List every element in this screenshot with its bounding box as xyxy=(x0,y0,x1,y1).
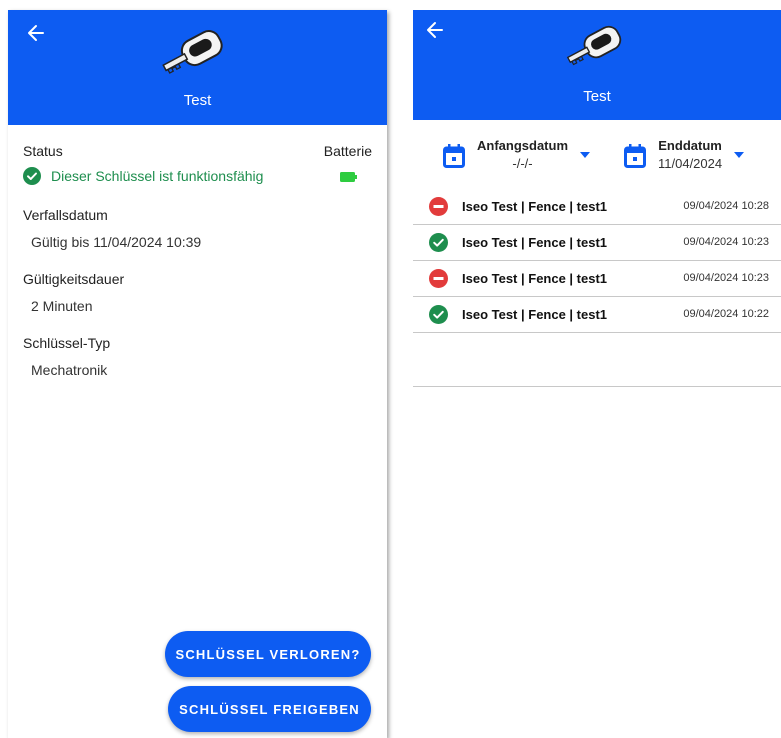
duration-value: 2 Minuten xyxy=(31,298,93,314)
event-name: Iseo Test | Fence | test1 xyxy=(462,270,608,286)
key-lost-button[interactable]: SCHLÜSSEL VERLOREN? xyxy=(165,631,371,677)
duration-label: Gültigkeitsdauer xyxy=(23,271,125,287)
list-item[interactable]: Iseo Test | Fence | test1 09/04/2024 10:2… xyxy=(413,260,781,297)
end-date-filter[interactable]: Enddatum 11/04/2024 xyxy=(624,138,745,171)
key-type-value: Mechatronik xyxy=(31,362,108,378)
battery-label: Batterie xyxy=(323,143,372,159)
key-fob-icon xyxy=(566,25,622,66)
expiry-label: Verfallsdatum xyxy=(23,207,108,223)
end-date-value: 11/04/2024 xyxy=(658,156,723,171)
list-item[interactable]: Iseo Test | Fence | test1 09/04/2024 10:2… xyxy=(413,188,781,225)
chevron-down-icon xyxy=(734,152,745,158)
check-circle-icon xyxy=(429,304,448,324)
start-date-value: -/-/- xyxy=(512,156,533,171)
event-time: 09/04/2024 10:23 xyxy=(683,236,769,248)
list-item[interactable]: Iseo Test | Fence | test1 09/04/2024 10:2… xyxy=(413,296,781,333)
event-time: 09/04/2024 10:28 xyxy=(683,200,769,212)
battery-icon xyxy=(340,172,357,182)
back-arrow-icon[interactable] xyxy=(26,23,46,43)
release-key-button[interactable]: SCHLÜSSEL FREIGEBEN xyxy=(168,686,371,732)
event-time: 09/04/2024 10:23 xyxy=(683,272,769,284)
denied-icon xyxy=(429,268,448,288)
page-title: Test xyxy=(583,88,611,105)
app-header: Test xyxy=(413,10,781,120)
status-message: Dieser Schlüssel ist funktionsfähig xyxy=(23,167,263,185)
start-date-filter[interactable]: Anfangsdatum -/-/- xyxy=(443,138,590,171)
calendar-icon xyxy=(443,144,465,168)
check-circle-icon xyxy=(23,167,41,185)
event-name: Iseo Test | Fence | test1 xyxy=(462,234,608,250)
status-text: Dieser Schlüssel ist funktionsfähig xyxy=(51,168,264,184)
list-divider xyxy=(413,386,781,387)
denied-icon xyxy=(429,196,448,216)
event-name: Iseo Test | Fence | test1 xyxy=(462,306,608,322)
event-name: Iseo Test | Fence | test1 xyxy=(462,198,608,214)
key-details-screen: Test Status Batterie Dieser Schlüssel is… xyxy=(8,10,387,738)
calendar-icon xyxy=(624,144,646,168)
status-label: Status xyxy=(23,143,63,159)
event-time: 09/04/2024 10:22 xyxy=(683,308,769,320)
back-arrow-icon[interactable] xyxy=(425,20,445,40)
app-header: Test xyxy=(8,10,387,125)
list-item[interactable]: Iseo Test | Fence | test1 09/04/2024 10:2… xyxy=(413,224,781,261)
key-type-label: Schlüssel-Typ xyxy=(23,335,111,351)
check-circle-icon xyxy=(429,232,448,252)
chevron-down-icon xyxy=(580,152,590,158)
start-date-label: Anfangsdatum xyxy=(477,138,568,153)
end-date-label: Enddatum xyxy=(658,138,722,153)
key-fob-icon xyxy=(162,30,223,74)
access-log-screen: Test Anfangsdatum -/-/- Enddatum 11/04/2 xyxy=(413,10,781,738)
page-title: Test xyxy=(183,92,212,109)
expiry-value: Gültig bis 11/04/2024 10:39 xyxy=(31,234,202,250)
